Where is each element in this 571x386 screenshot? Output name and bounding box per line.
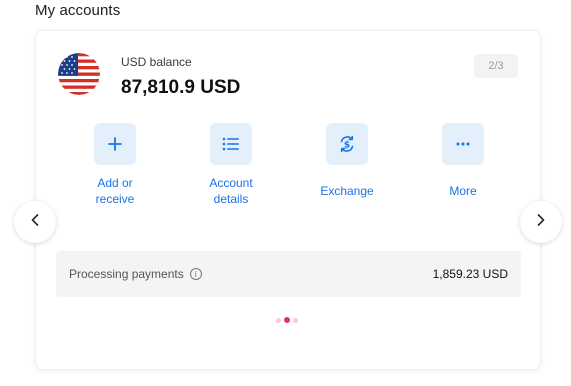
more-icon	[442, 123, 484, 165]
action-label: Exchange	[320, 184, 374, 198]
processing-payments-amount: 1,859.23 USD	[432, 267, 508, 281]
action-label: Add or receive	[95, 176, 135, 206]
processing-payments-row[interactable]: Processing payments i 1,859.23 USD	[56, 251, 521, 297]
account-details-button[interactable]: Account details	[186, 123, 276, 207]
pagination-dot[interactable]	[276, 317, 281, 323]
add-or-receive-button[interactable]: Add or receive	[70, 123, 160, 207]
us-flag-icon	[58, 53, 100, 95]
action-label: More	[449, 184, 477, 198]
pagination-dot[interactable]	[293, 317, 298, 323]
exchange-button[interactable]: $ Exchange	[302, 123, 392, 199]
chevron-left-icon	[30, 213, 40, 232]
previous-account-button[interactable]	[14, 201, 56, 243]
processing-payments-label-group: Processing payments i	[69, 267, 202, 281]
balance-label: USD balance	[121, 55, 192, 69]
info-icon[interactable]: i	[189, 268, 202, 280]
balance-value: 87,810.9 USD	[121, 77, 241, 98]
chevron-right-icon	[536, 213, 546, 232]
action-label: Account details	[209, 176, 253, 206]
next-account-button[interactable]	[520, 201, 562, 243]
processing-payments-label: Processing payments	[69, 267, 184, 281]
svg-text:$: $	[344, 141, 350, 151]
section-title: My accounts	[35, 2, 121, 19]
pagination-dot-active[interactable]	[284, 317, 290, 323]
more-button[interactable]: More	[418, 123, 508, 199]
exchange-icon: $	[326, 123, 368, 165]
list-icon	[210, 123, 252, 165]
page-indicator: 2/3	[474, 54, 518, 78]
carousel-pagination	[276, 317, 298, 323]
plus-icon	[94, 123, 136, 165]
account-card: USD balance 87,810.9 USD 2/3 Add or recei…	[35, 30, 541, 370]
